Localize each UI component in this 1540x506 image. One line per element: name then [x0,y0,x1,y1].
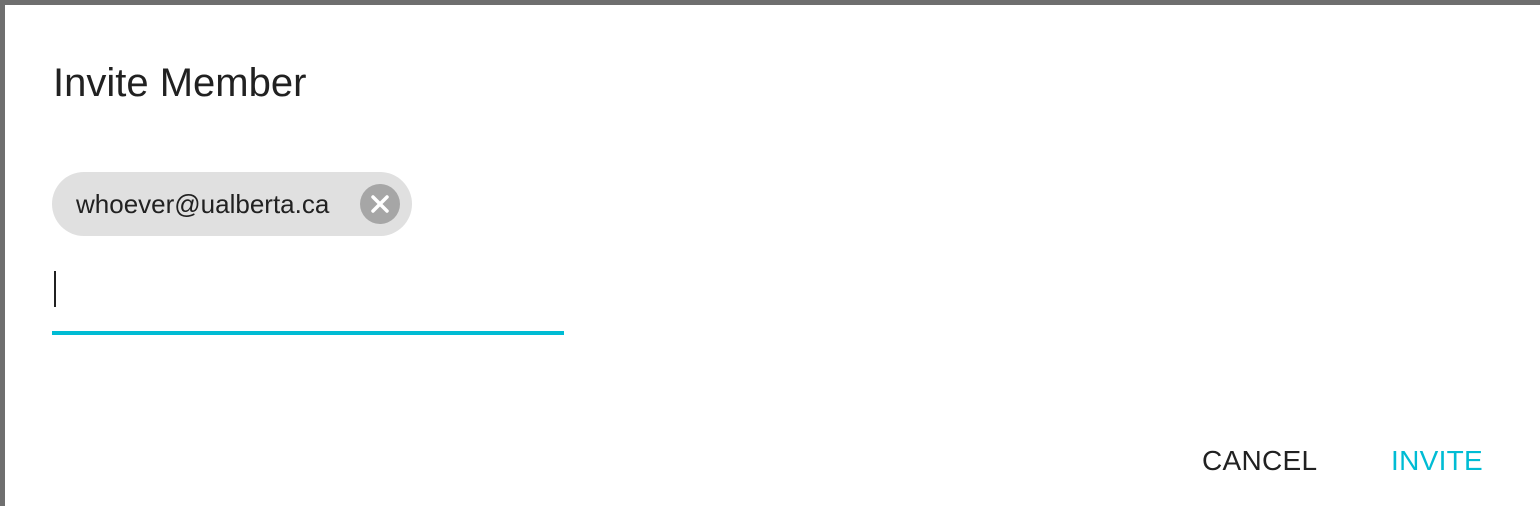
email-chip: whoever@ualberta.ca [52,172,412,236]
dialog-title: Invite Member [53,61,307,105]
email-chip-label: whoever@ualberta.ca [76,189,330,219]
invite-button[interactable]: INVITE [1391,439,1483,483]
invite-member-dialog: Invite Member whoever@ualberta.ca CANCEL… [5,5,1540,506]
email-input[interactable] [52,261,564,331]
text-cursor [54,271,56,307]
cancel-button[interactable]: CANCEL [1202,439,1317,483]
email-input-field [52,261,564,337]
input-focus-underline [52,331,564,335]
close-circle-icon[interactable] [360,184,400,224]
